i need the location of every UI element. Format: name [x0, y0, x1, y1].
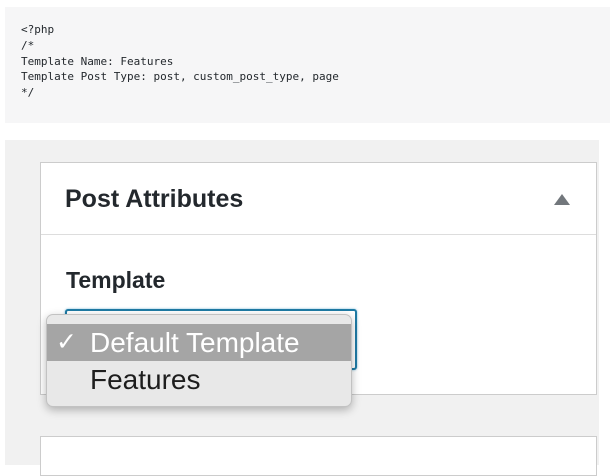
code-snippet: <?php /* Template Name: Features Templat…: [5, 7, 610, 123]
code-line: Template Name: Features: [21, 54, 174, 68]
code-line: */: [21, 86, 35, 100]
triangle-up-icon[interactable]: [554, 194, 570, 205]
option-features[interactable]: Features: [47, 361, 351, 398]
next-panel: [40, 436, 597, 476]
code-line: <?php: [21, 23, 55, 36]
checkmark-icon: ✓: [56, 328, 77, 356]
panel-title: Post Attributes: [65, 185, 244, 213]
template-dropdown-menu: ✓ Default Template Features: [46, 314, 352, 407]
template-label: Template: [66, 267, 166, 293]
option-default-template[interactable]: ✓ Default Template: [47, 324, 351, 361]
code-line: /*: [21, 38, 35, 52]
panel-header: Post Attributes: [41, 163, 596, 235]
code-line: Template Post Type: post, custom_post_ty…: [21, 70, 339, 84]
option-label: Default Template: [90, 327, 300, 358]
option-label: Features: [90, 364, 201, 395]
